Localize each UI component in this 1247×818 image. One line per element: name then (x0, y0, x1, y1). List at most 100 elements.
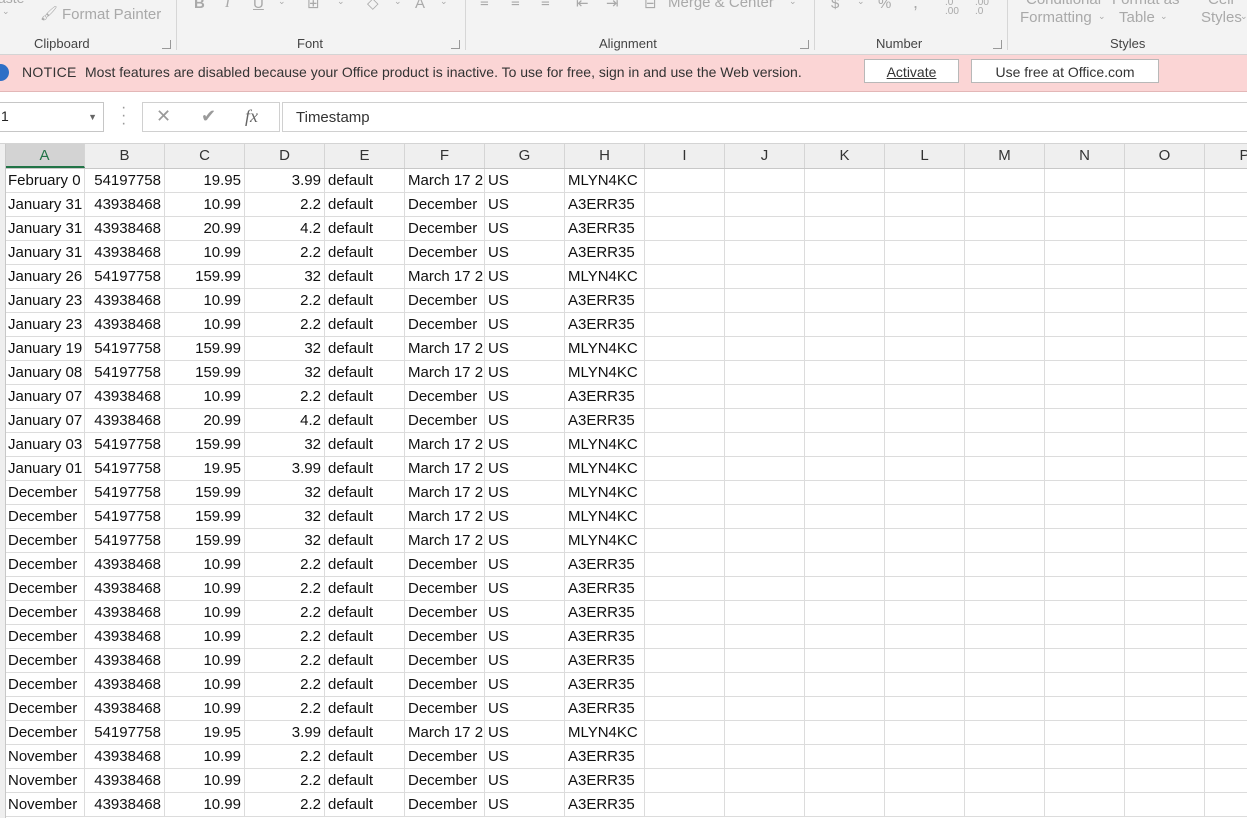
cell-d[interactable]: 32 (245, 505, 325, 529)
align-right-icon[interactable]: ≡ (541, 0, 550, 11)
cell-i[interactable] (645, 673, 725, 697)
cell-n[interactable] (1045, 169, 1125, 193)
cell-o[interactable] (1125, 217, 1205, 241)
cell-e[interactable]: default (325, 385, 405, 409)
cell-g[interactable]: US (485, 649, 565, 673)
cell-a[interactable]: January 23 (5, 289, 85, 313)
cell-p[interactable] (1205, 361, 1247, 385)
cell-b[interactable]: 43938468 (85, 745, 165, 769)
cell-n[interactable] (1045, 193, 1125, 217)
cell-j[interactable] (725, 697, 805, 721)
cell-e[interactable]: default (325, 697, 405, 721)
cell-a[interactable]: December (5, 577, 85, 601)
cell-o[interactable] (1125, 625, 1205, 649)
cell-m[interactable] (965, 409, 1045, 433)
cell-l[interactable] (885, 217, 965, 241)
cell-b[interactable]: 54197758 (85, 433, 165, 457)
cell-a[interactable]: December (5, 529, 85, 553)
cell-p[interactable] (1205, 697, 1247, 721)
cell-g[interactable]: US (485, 289, 565, 313)
column-header-k[interactable]: K (805, 144, 885, 168)
cell-l[interactable] (885, 793, 965, 817)
cell-e[interactable]: default (325, 529, 405, 553)
cell-k[interactable] (805, 361, 885, 385)
cell-a[interactable]: December (5, 649, 85, 673)
cell-p[interactable] (1205, 793, 1247, 817)
cell-h[interactable]: A3ERR35 (565, 241, 645, 265)
cell-f[interactable]: December (405, 697, 485, 721)
cell-j[interactable] (725, 481, 805, 505)
cell-l[interactable] (885, 625, 965, 649)
cell-j[interactable] (725, 649, 805, 673)
cell-p[interactable] (1205, 601, 1247, 625)
cell-g[interactable]: US (485, 169, 565, 193)
column-header-c[interactable]: C (165, 144, 245, 168)
cell-d[interactable]: 2.2 (245, 553, 325, 577)
cell-h[interactable]: A3ERR35 (565, 289, 645, 313)
cell-m[interactable] (965, 529, 1045, 553)
cell-a[interactable]: December (5, 601, 85, 625)
cell-n[interactable] (1045, 721, 1125, 745)
cell-c[interactable]: 19.95 (165, 169, 245, 193)
cell-p[interactable] (1205, 673, 1247, 697)
cell-i[interactable] (645, 601, 725, 625)
cell-j[interactable] (725, 217, 805, 241)
cell-e[interactable]: default (325, 481, 405, 505)
cell-g[interactable]: US (485, 505, 565, 529)
column-header-b[interactable]: B (85, 144, 165, 168)
cell-d[interactable]: 3.99 (245, 457, 325, 481)
cell-d[interactable]: 32 (245, 529, 325, 553)
cell-k[interactable] (805, 313, 885, 337)
comma-style-button[interactable]: , (913, 0, 918, 13)
percent-button[interactable]: % (878, 0, 891, 12)
cell-e[interactable]: default (325, 361, 405, 385)
cell-f[interactable]: March 17 2 (405, 481, 485, 505)
cell-h[interactable]: MLYN4KC (565, 361, 645, 385)
cell-m[interactable] (965, 169, 1045, 193)
cell-n[interactable] (1045, 601, 1125, 625)
cell-c[interactable]: 10.99 (165, 649, 245, 673)
cell-h[interactable]: A3ERR35 (565, 769, 645, 793)
cell-c[interactable]: 159.99 (165, 361, 245, 385)
cell-i[interactable] (645, 433, 725, 457)
cell-d[interactable]: 2.2 (245, 385, 325, 409)
cell-h[interactable]: MLYN4KC (565, 433, 645, 457)
cell-c[interactable]: 10.99 (165, 697, 245, 721)
cell-c[interactable]: 10.99 (165, 601, 245, 625)
cell-e[interactable]: default (325, 673, 405, 697)
cell-n[interactable] (1045, 433, 1125, 457)
cell-c[interactable]: 20.99 (165, 409, 245, 433)
dialog-launcher-icon[interactable] (800, 40, 809, 49)
cell-l[interactable] (885, 649, 965, 673)
cell-k[interactable] (805, 481, 885, 505)
cell-k[interactable] (805, 337, 885, 361)
cell-m[interactable] (965, 601, 1045, 625)
cell-h[interactable]: A3ERR35 (565, 745, 645, 769)
cell-a[interactable]: December (5, 625, 85, 649)
cell-d[interactable]: 32 (245, 481, 325, 505)
cell-a[interactable]: February 0 (5, 169, 85, 193)
cell-k[interactable] (805, 649, 885, 673)
cell-d[interactable]: 2.2 (245, 649, 325, 673)
cell-p[interactable] (1205, 625, 1247, 649)
column-header-i[interactable]: I (645, 144, 725, 168)
cell-f[interactable]: March 17 2 (405, 529, 485, 553)
cell-f[interactable]: December (405, 793, 485, 817)
cell-a[interactable]: January 31 (5, 241, 85, 265)
fill-color-icon[interactable]: ◇ (367, 0, 379, 12)
cell-o[interactable] (1125, 193, 1205, 217)
cell-e[interactable]: default (325, 793, 405, 817)
align-left-icon[interactable]: ≡ (480, 0, 489, 11)
cell-i[interactable] (645, 721, 725, 745)
cell-j[interactable] (725, 169, 805, 193)
cell-c[interactable]: 159.99 (165, 481, 245, 505)
cell-c[interactable]: 10.99 (165, 793, 245, 817)
cell-h[interactable]: A3ERR35 (565, 625, 645, 649)
cell-n[interactable] (1045, 697, 1125, 721)
cell-k[interactable] (805, 625, 885, 649)
cell-d[interactable]: 2.2 (245, 601, 325, 625)
cell-l[interactable] (885, 769, 965, 793)
cell-j[interactable] (725, 241, 805, 265)
cell-e[interactable]: default (325, 337, 405, 361)
cell-d[interactable]: 32 (245, 337, 325, 361)
